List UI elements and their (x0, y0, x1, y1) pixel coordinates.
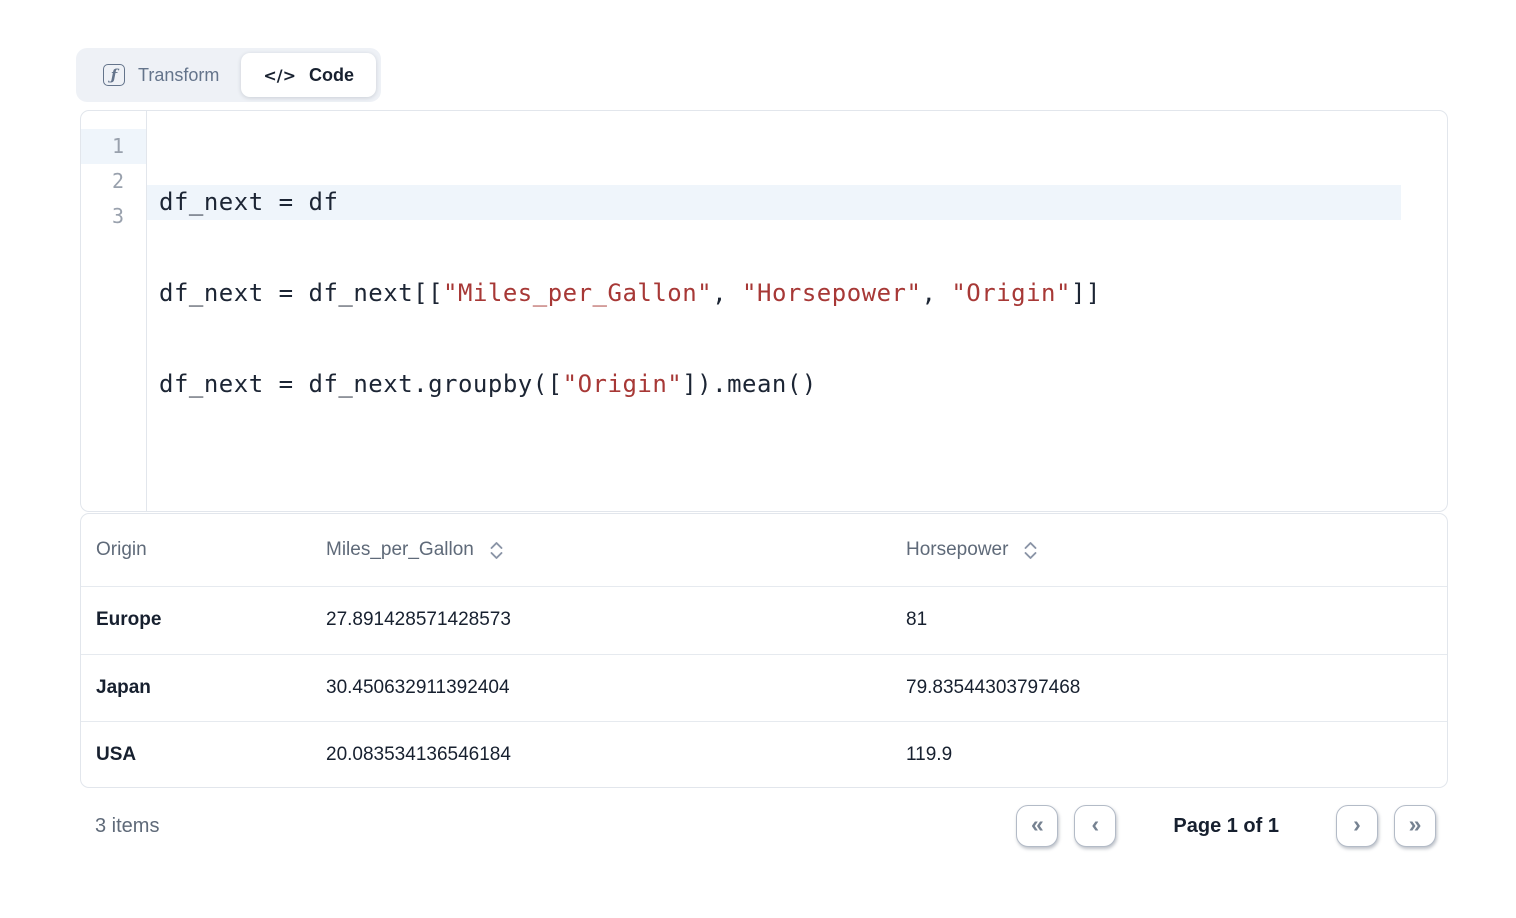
next-page-button[interactable]: › (1336, 805, 1378, 847)
code-token: , (921, 279, 951, 307)
table-row: Europe 27.891428571428573 81 (81, 586, 1447, 654)
prev-page-button[interactable]: ‹ (1074, 805, 1116, 847)
dataframe-table: Origin Miles_per_Gallon Horsepower Europ… (80, 513, 1448, 788)
cell-horsepower: 79.83544303797468 (891, 677, 1447, 699)
first-page-button[interactable]: « (1016, 805, 1058, 847)
cell-miles-per-gallon: 30.450632911392404 (311, 677, 891, 699)
tab-code-label: Code (309, 65, 354, 86)
view-tabs: ƒ Transform </> Code (76, 48, 381, 102)
code-line-1[interactable]: df_next = df (147, 185, 1401, 220)
cell-origin: Japan (81, 677, 311, 699)
table-header-row: Origin Miles_per_Gallon Horsepower (81, 514, 1447, 586)
column-header-label: Origin (96, 539, 147, 561)
line-number: 1 (81, 129, 146, 164)
column-header-label: Miles_per_Gallon (326, 539, 474, 561)
code-editor[interactable]: 1 2 3 df_next = df df_next = df_next[["M… (80, 110, 1448, 512)
code-token: df_next = df_next[[ (159, 279, 443, 307)
last-page-button[interactable]: » (1394, 805, 1436, 847)
column-header-miles-per-gallon[interactable]: Miles_per_Gallon (311, 539, 891, 561)
string-token: "Miles_per_Gallon" (443, 279, 712, 307)
code-content[interactable]: df_next = df df_next = df_next[["Miles_p… (147, 111, 1447, 511)
code-token: df_next = df_next.groupby([ (159, 370, 563, 398)
pagination: « ‹ Page 1 of 1 › » (1016, 805, 1436, 847)
string-token: "Origin" (951, 279, 1071, 307)
code-token: ]] (1071, 279, 1101, 307)
cell-horsepower: 119.9 (891, 744, 1447, 766)
column-header-horsepower[interactable]: Horsepower (891, 539, 1447, 561)
table-row: USA 20.083534136546184 119.9 (81, 721, 1447, 788)
chevron-right-icon: › (1353, 813, 1361, 836)
cell-horsepower: 81 (891, 609, 1447, 631)
table-row: Japan 30.450632911392404 79.835443037974… (81, 654, 1447, 722)
string-token: "Horsepower" (742, 279, 921, 307)
double-chevron-right-icon: » (1409, 813, 1422, 836)
tab-transform-label: Transform (138, 65, 219, 86)
line-number: 2 (81, 164, 146, 199)
column-header-label: Horsepower (906, 539, 1008, 561)
code-brackets-icon: </> (263, 66, 296, 85)
code-line-2[interactable]: df_next = df_next[["Miles_per_Gallon", "… (147, 276, 1401, 311)
code-line-3[interactable]: df_next = df_next.groupby(["Origin"]).me… (147, 367, 1401, 402)
string-token: "Origin" (563, 370, 683, 398)
table-footer: 3 items « ‹ Page 1 of 1 › » (80, 800, 1448, 852)
line-number: 3 (81, 199, 146, 234)
code-token: , (712, 279, 742, 307)
cell-miles-per-gallon: 20.083534136546184 (311, 744, 891, 766)
tab-code[interactable]: </> Code (241, 53, 376, 97)
code-token: ]).mean() (682, 370, 817, 398)
sort-updown-icon[interactable] (489, 541, 504, 560)
page-indicator: Page 1 of 1 (1173, 815, 1279, 838)
cell-miles-per-gallon: 27.891428571428573 (311, 609, 891, 631)
cell-origin: USA (81, 744, 311, 766)
tab-transform[interactable]: ƒ Transform (81, 53, 241, 97)
items-count: 3 items (80, 815, 159, 838)
sort-updown-icon[interactable] (1023, 541, 1038, 560)
column-header-origin: Origin (81, 539, 311, 561)
code-token: df_next = df (159, 188, 338, 216)
cell-origin: Europe (81, 609, 311, 631)
function-icon: ƒ (103, 64, 125, 86)
chevron-left-icon: ‹ (1092, 813, 1100, 836)
double-chevron-left-icon: « (1031, 813, 1044, 836)
line-number-gutter: 1 2 3 (81, 111, 147, 511)
